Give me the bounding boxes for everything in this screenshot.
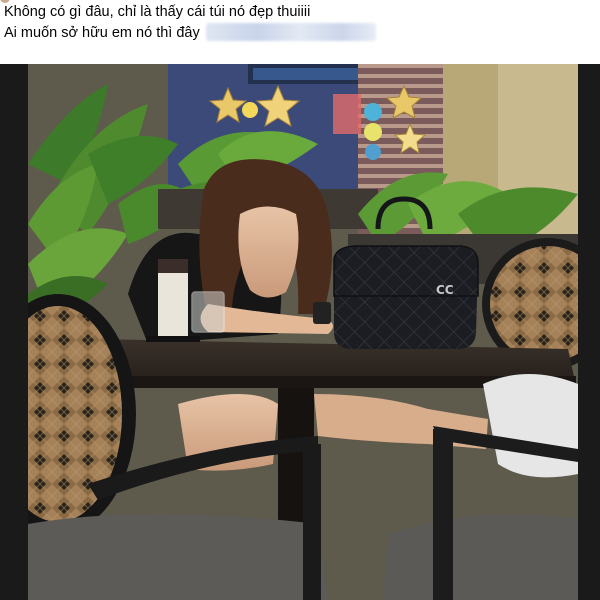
post-caption-line-2-text: Ai muốn sở hữu em nó thì đây: [4, 25, 200, 41]
bag-logo: CC: [436, 283, 454, 297]
post-caption: Không có gì đâu, chỉ là thấy cái túi nó …: [0, 0, 600, 60]
photo-illustration: CC: [28, 64, 578, 600]
blurred-link[interactable]: [205, 23, 376, 41]
post-photo[interactable]: CC: [0, 64, 600, 600]
balloon: [242, 102, 258, 118]
photo-scene: CC: [28, 64, 578, 600]
phone: [313, 302, 331, 324]
post-caption-line-2: Ai muốn sở hữu em nó thì đây: [4, 23, 596, 44]
chair-cushion: [28, 514, 328, 600]
water-glass: [191, 291, 225, 333]
post-caption-line-1: Không có gì đâu, chỉ là thấy cái túi nó …: [4, 4, 311, 20]
face: [238, 206, 299, 298]
